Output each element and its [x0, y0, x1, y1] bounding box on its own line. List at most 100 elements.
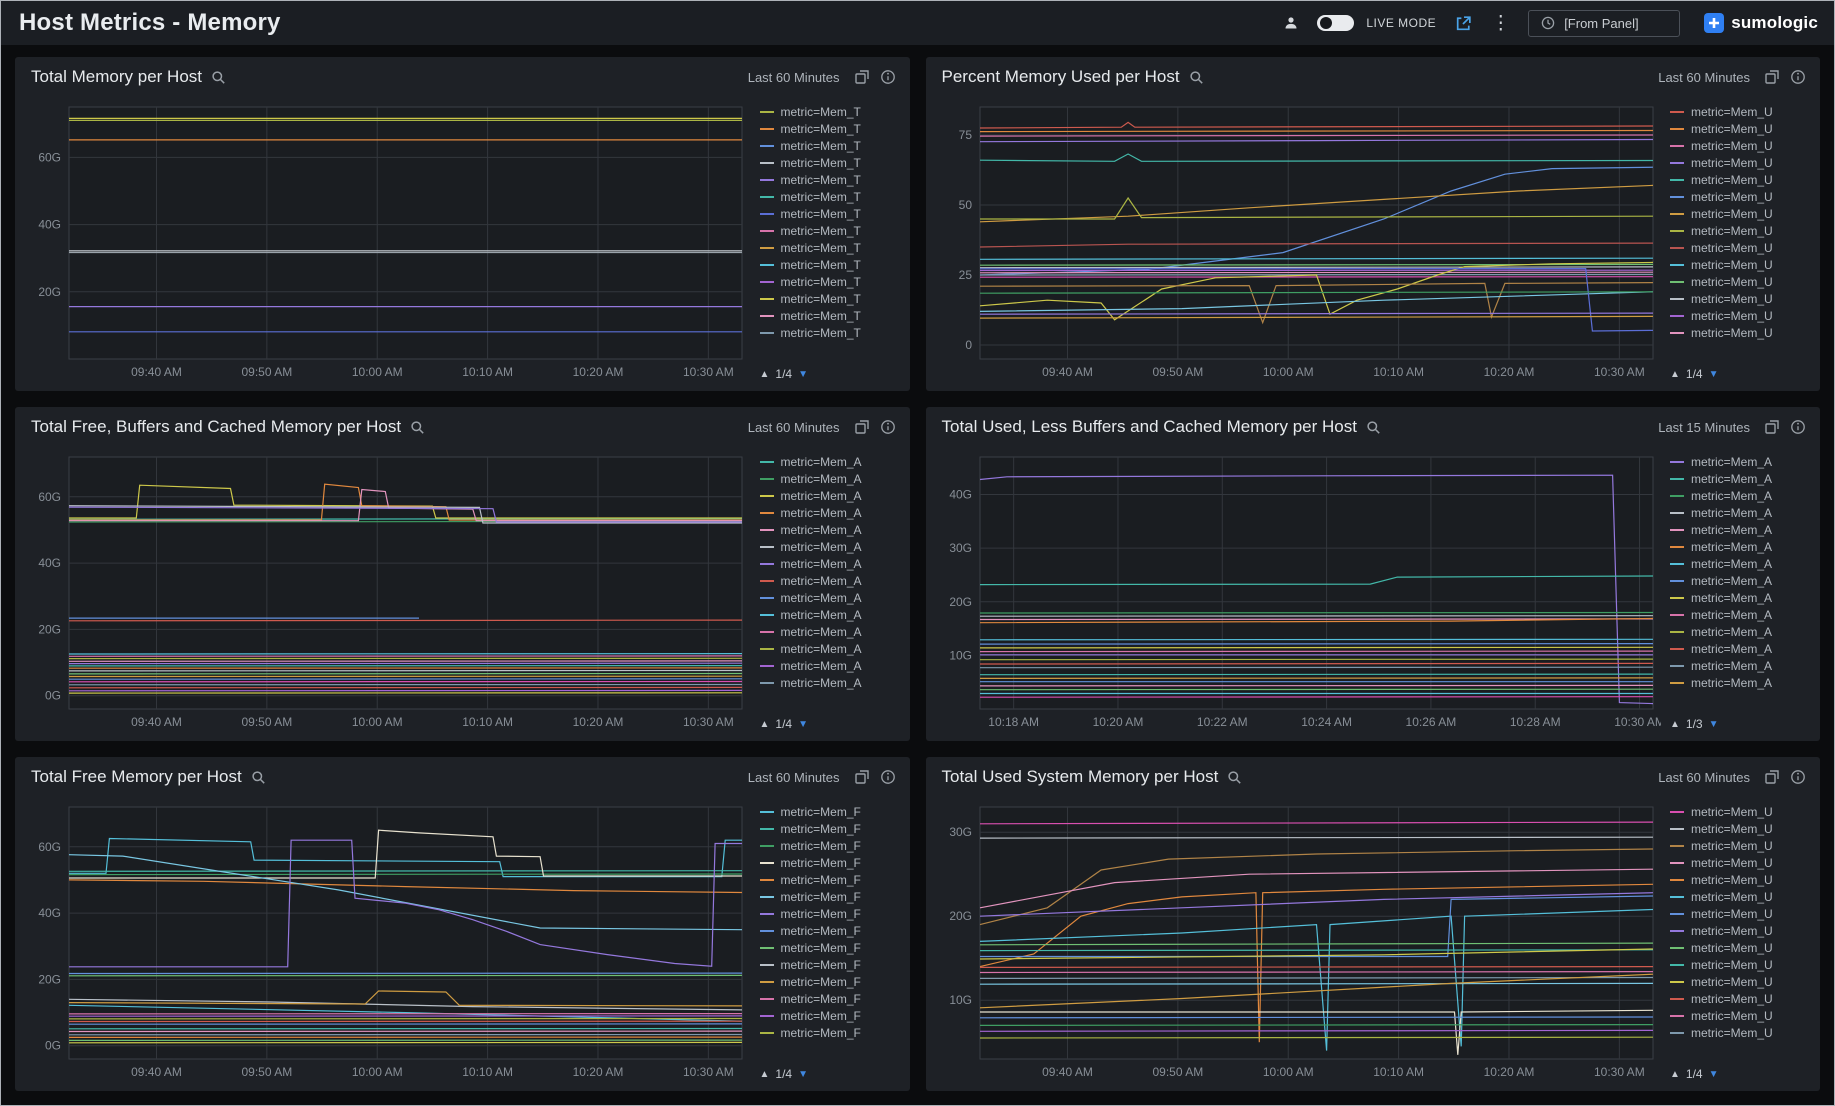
- legend-item[interactable]: metric=Mem_T: [760, 275, 900, 288]
- magnifier-icon[interactable]: [1189, 70, 1204, 85]
- legend-item[interactable]: metric=Mem_U: [1670, 326, 1810, 339]
- chart[interactable]: 10G20G30G09:40 AM09:50 AM10:00 AM10:10 A…: [934, 799, 1661, 1083]
- page-up-icon[interactable]: ▲: [760, 369, 770, 380]
- legend-item[interactable]: metric=Mem_T: [760, 207, 900, 220]
- magnifier-icon[interactable]: [1227, 770, 1242, 785]
- legend-item[interactable]: metric=Mem_T: [760, 156, 900, 169]
- legend-item[interactable]: metric=Mem_U: [1670, 1026, 1810, 1039]
- legend-item[interactable]: metric=Mem_U: [1670, 1009, 1810, 1022]
- page-down-icon[interactable]: ▼: [798, 369, 808, 380]
- page-down-icon[interactable]: ▼: [798, 1069, 808, 1080]
- legend-item[interactable]: metric=Mem_A: [760, 574, 900, 587]
- panel-time-range[interactable]: Last 15 Minutes: [1658, 420, 1750, 435]
- info-icon[interactable]: [1790, 419, 1806, 435]
- legend-item[interactable]: metric=Mem_A: [1670, 455, 1810, 468]
- legend-item[interactable]: metric=Mem_T: [760, 224, 900, 237]
- chart-canvas[interactable]: 10G20G30G40G10:18 AM10:20 AM10:22 AM10:2…: [934, 449, 1661, 733]
- time-range-selector[interactable]: [From Panel]: [1528, 10, 1680, 37]
- legend-item[interactable]: metric=Mem_A: [1670, 472, 1810, 485]
- chart[interactable]: 0G20G40G60G09:40 AM09:50 AM10:00 AM10:10…: [23, 799, 750, 1083]
- user-icon[interactable]: [1283, 15, 1299, 31]
- legend-item[interactable]: metric=Mem_T: [760, 258, 900, 271]
- legend-item[interactable]: metric=Mem_U: [1670, 941, 1810, 954]
- legend-item[interactable]: metric=Mem_A: [1670, 557, 1810, 570]
- legend-item[interactable]: metric=Mem_A: [760, 659, 900, 672]
- legend-item[interactable]: metric=Mem_T: [760, 122, 900, 135]
- chart-canvas[interactable]: 20G40G60G09:40 AM09:50 AM10:00 AM10:10 A…: [23, 99, 750, 383]
- panel-time-range[interactable]: Last 60 Minutes: [748, 70, 840, 85]
- legend-item[interactable]: metric=Mem_A: [760, 540, 900, 553]
- legend-item[interactable]: metric=Mem_F: [760, 805, 900, 818]
- page-up-icon[interactable]: ▲: [1670, 369, 1680, 380]
- chart-canvas[interactable]: 025507509:40 AM09:50 AM10:00 AM10:10 AM1…: [934, 99, 1661, 383]
- legend-item[interactable]: metric=Mem_F: [760, 822, 900, 835]
- chart[interactable]: 10G20G30G40G10:18 AM10:20 AM10:22 AM10:2…: [934, 449, 1661, 733]
- page-down-icon[interactable]: ▼: [798, 719, 808, 730]
- legend-item[interactable]: metric=Mem_U: [1670, 139, 1810, 152]
- info-icon[interactable]: [880, 769, 896, 785]
- legend-item[interactable]: metric=Mem_U: [1670, 805, 1810, 818]
- legend-item[interactable]: metric=Mem_A: [1670, 489, 1810, 502]
- page-down-icon[interactable]: ▼: [1709, 719, 1719, 730]
- legend-item[interactable]: metric=Mem_T: [760, 292, 900, 305]
- page-down-icon[interactable]: ▼: [1709, 369, 1719, 380]
- legend-item[interactable]: metric=Mem_A: [1670, 659, 1810, 672]
- page-down-icon[interactable]: ▼: [1709, 1069, 1719, 1080]
- panel-time-range[interactable]: Last 60 Minutes: [1658, 70, 1750, 85]
- legend-item[interactable]: metric=Mem_U: [1670, 156, 1810, 169]
- legend-item[interactable]: metric=Mem_F: [760, 958, 900, 971]
- legend-item[interactable]: metric=Mem_U: [1670, 907, 1810, 920]
- legend-item[interactable]: metric=Mem_A: [760, 676, 900, 689]
- panel-time-range[interactable]: Last 60 Minutes: [748, 420, 840, 435]
- legend-item[interactable]: metric=Mem_F: [760, 839, 900, 852]
- legend-item[interactable]: metric=Mem_A: [760, 489, 900, 502]
- panel-time-range[interactable]: Last 60 Minutes: [748, 770, 840, 785]
- legend-item[interactable]: metric=Mem_U: [1670, 873, 1810, 886]
- legend-item[interactable]: metric=Mem_U: [1670, 309, 1810, 322]
- chart[interactable]: 0G20G40G60G09:40 AM09:50 AM10:00 AM10:10…: [23, 449, 750, 733]
- legend-item[interactable]: metric=Mem_F: [760, 992, 900, 1005]
- open-in-new-icon[interactable]: [854, 769, 870, 785]
- legend-item[interactable]: metric=Mem_U: [1670, 190, 1810, 203]
- legend-item[interactable]: metric=Mem_U: [1670, 275, 1810, 288]
- chart-canvas[interactable]: 0G20G40G60G09:40 AM09:50 AM10:00 AM10:10…: [23, 799, 750, 1083]
- legend-item[interactable]: metric=Mem_F: [760, 941, 900, 954]
- legend-item[interactable]: metric=Mem_A: [1670, 608, 1810, 621]
- legend-item[interactable]: metric=Mem_A: [1670, 523, 1810, 536]
- legend-item[interactable]: metric=Mem_T: [760, 309, 900, 322]
- legend-item[interactable]: metric=Mem_T: [760, 105, 900, 118]
- legend-item[interactable]: metric=Mem_U: [1670, 958, 1810, 971]
- legend-item[interactable]: metric=Mem_A: [760, 523, 900, 536]
- legend-item[interactable]: metric=Mem_U: [1670, 258, 1810, 271]
- legend-item[interactable]: metric=Mem_A: [1670, 676, 1810, 689]
- legend-item[interactable]: metric=Mem_U: [1670, 856, 1810, 869]
- legend-item[interactable]: metric=Mem_U: [1670, 924, 1810, 937]
- magnifier-icon[interactable]: [211, 70, 226, 85]
- open-in-new-icon[interactable]: [1764, 769, 1780, 785]
- info-icon[interactable]: [880, 419, 896, 435]
- magnifier-icon[interactable]: [251, 770, 266, 785]
- chart-canvas[interactable]: 10G20G30G09:40 AM09:50 AM10:00 AM10:10 A…: [934, 799, 1661, 1083]
- page-up-icon[interactable]: ▲: [760, 719, 770, 730]
- legend-item[interactable]: metric=Mem_A: [1670, 625, 1810, 638]
- live-mode-toggle[interactable]: [1317, 15, 1354, 31]
- page-up-icon[interactable]: ▲: [760, 1069, 770, 1080]
- legend-item[interactable]: metric=Mem_A: [760, 557, 900, 570]
- share-icon[interactable]: [1454, 14, 1473, 33]
- panel-time-range[interactable]: Last 60 Minutes: [1658, 770, 1750, 785]
- legend-item[interactable]: metric=Mem_F: [760, 1026, 900, 1039]
- legend-item[interactable]: metric=Mem_A: [1670, 642, 1810, 655]
- legend-item[interactable]: metric=Mem_A: [1670, 540, 1810, 553]
- chart[interactable]: 025507509:40 AM09:50 AM10:00 AM10:10 AM1…: [934, 99, 1661, 383]
- legend-item[interactable]: metric=Mem_A: [1670, 574, 1810, 587]
- legend-item[interactable]: metric=Mem_A: [760, 472, 900, 485]
- legend-item[interactable]: metric=Mem_T: [760, 173, 900, 186]
- open-in-new-icon[interactable]: [854, 419, 870, 435]
- chart-canvas[interactable]: 0G20G40G60G09:40 AM09:50 AM10:00 AM10:10…: [23, 449, 750, 733]
- legend-item[interactable]: metric=Mem_F: [760, 856, 900, 869]
- legend-item[interactable]: metric=Mem_T: [760, 190, 900, 203]
- info-icon[interactable]: [1790, 69, 1806, 85]
- legend-item[interactable]: metric=Mem_U: [1670, 975, 1810, 988]
- legend-item[interactable]: metric=Mem_F: [760, 975, 900, 988]
- legend-item[interactable]: metric=Mem_U: [1670, 224, 1810, 237]
